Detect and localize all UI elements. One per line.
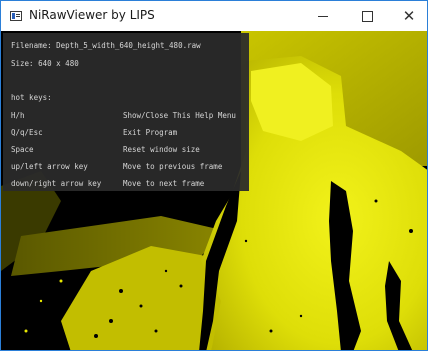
hotkey-key: up/left arrow key [11, 162, 88, 171]
title-bar[interactable]: NiRawViewer by LIPS ✕ [1, 1, 427, 31]
size-text: Size: 640 x 480 [11, 59, 79, 68]
hotkey-key: H/h [11, 111, 25, 120]
window-title: NiRawViewer by LIPS [29, 8, 155, 22]
hotkey-action: Move to previous frame [123, 162, 223, 171]
minimize-icon [318, 15, 328, 17]
hotkeys-heading: hot keys: [11, 93, 52, 102]
maximize-icon [361, 10, 373, 22]
maximize-button[interactable] [345, 1, 389, 31]
close-button[interactable]: ✕ [389, 1, 427, 31]
app-window-icon [10, 11, 22, 21]
hotkey-action: Move to next frame [123, 179, 205, 188]
filename-text: Filename: Depth_5_width_640_height_480.r… [11, 41, 201, 50]
depth-noise-bright [24, 279, 63, 333]
hotkey-key: down/right arrow key [11, 179, 102, 188]
depth-image-viewport[interactable]: Filename: Depth_5_width_640_height_480.r… [1, 31, 427, 350]
hotkey-action: Reset window size [123, 145, 200, 154]
close-icon: ✕ [402, 6, 416, 25]
help-overlay: Filename: Depth_5_width_640_height_480.r… [3, 33, 249, 191]
app-window: NiRawViewer by LIPS ✕ Filename: Depth_5_… [0, 0, 428, 351]
hotkey-action: Show/Close This Help Menu [123, 111, 236, 120]
hotkey-key: Space [11, 145, 34, 154]
hotkey-action: Exit Program [123, 128, 178, 137]
minimize-button[interactable] [301, 1, 345, 31]
hotkey-key: Q/q/Esc [11, 128, 43, 137]
